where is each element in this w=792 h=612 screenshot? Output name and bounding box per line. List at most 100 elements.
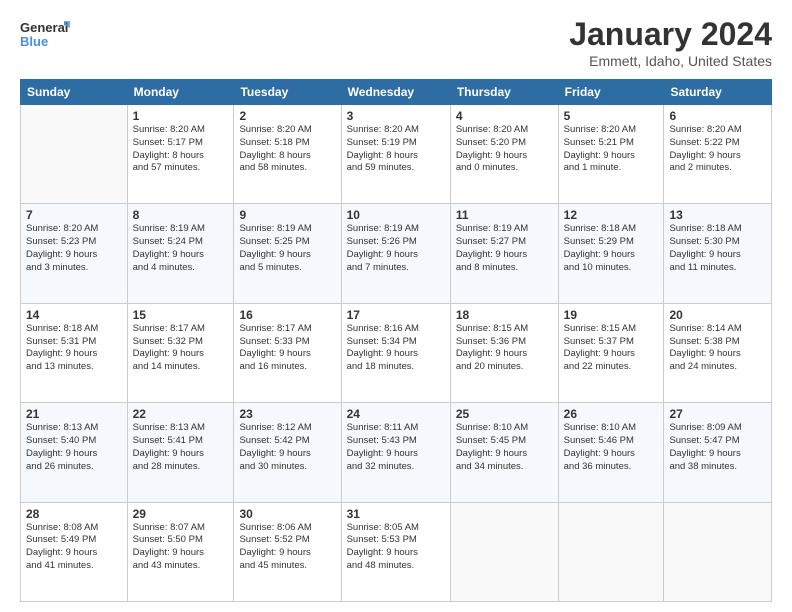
- page: General Blue January 2024 Emmett, Idaho,…: [0, 0, 792, 612]
- day-number: 27: [669, 407, 766, 421]
- calendar-cell: 15Sunrise: 8:17 AM Sunset: 5:32 PM Dayli…: [127, 303, 234, 402]
- day-info: Sunrise: 8:13 AM Sunset: 5:40 PM Dayligh…: [26, 422, 122, 473]
- day-number: 15: [133, 308, 229, 322]
- calendar-cell: 12Sunrise: 8:18 AM Sunset: 5:29 PM Dayli…: [558, 204, 664, 303]
- calendar-cell: 28Sunrise: 8:08 AM Sunset: 5:49 PM Dayli…: [21, 502, 128, 601]
- calendar-cell: 11Sunrise: 8:19 AM Sunset: 5:27 PM Dayli…: [450, 204, 558, 303]
- day-number: 17: [347, 308, 445, 322]
- day-number: 14: [26, 308, 122, 322]
- calendar-cell: 29Sunrise: 8:07 AM Sunset: 5:50 PM Dayli…: [127, 502, 234, 601]
- day-info: Sunrise: 8:18 AM Sunset: 5:29 PM Dayligh…: [564, 223, 659, 274]
- calendar-cell: 17Sunrise: 8:16 AM Sunset: 5:34 PM Dayli…: [341, 303, 450, 402]
- day-info: Sunrise: 8:09 AM Sunset: 5:47 PM Dayligh…: [669, 422, 766, 473]
- day-number: 8: [133, 208, 229, 222]
- day-info: Sunrise: 8:19 AM Sunset: 5:27 PM Dayligh…: [456, 223, 553, 274]
- day-number: 23: [239, 407, 335, 421]
- logo: General Blue: [20, 16, 70, 52]
- day-info: Sunrise: 8:10 AM Sunset: 5:46 PM Dayligh…: [564, 422, 659, 473]
- calendar-cell: 16Sunrise: 8:17 AM Sunset: 5:33 PM Dayli…: [234, 303, 341, 402]
- svg-text:Blue: Blue: [20, 34, 48, 49]
- day-number: 11: [456, 208, 553, 222]
- calendar-cell: [558, 502, 664, 601]
- svg-text:General: General: [20, 20, 68, 35]
- header: General Blue January 2024 Emmett, Idaho,…: [20, 16, 772, 69]
- day-number: 16: [239, 308, 335, 322]
- column-header-saturday: Saturday: [664, 80, 772, 105]
- calendar-cell: 14Sunrise: 8:18 AM Sunset: 5:31 PM Dayli…: [21, 303, 128, 402]
- location: Emmett, Idaho, United States: [569, 53, 772, 69]
- calendar-cell: 27Sunrise: 8:09 AM Sunset: 5:47 PM Dayli…: [664, 403, 772, 502]
- day-info: Sunrise: 8:15 AM Sunset: 5:37 PM Dayligh…: [564, 323, 659, 374]
- day-info: Sunrise: 8:12 AM Sunset: 5:42 PM Dayligh…: [239, 422, 335, 473]
- calendar-cell: 5Sunrise: 8:20 AM Sunset: 5:21 PM Daylig…: [558, 105, 664, 204]
- day-info: Sunrise: 8:20 AM Sunset: 5:17 PM Dayligh…: [133, 124, 229, 175]
- day-info: Sunrise: 8:19 AM Sunset: 5:26 PM Dayligh…: [347, 223, 445, 274]
- calendar-cell: 26Sunrise: 8:10 AM Sunset: 5:46 PM Dayli…: [558, 403, 664, 502]
- day-number: 19: [564, 308, 659, 322]
- day-number: 31: [347, 507, 445, 521]
- column-header-monday: Monday: [127, 80, 234, 105]
- day-number: 7: [26, 208, 122, 222]
- calendar-week-row: 7Sunrise: 8:20 AM Sunset: 5:23 PM Daylig…: [21, 204, 772, 303]
- day-info: Sunrise: 8:07 AM Sunset: 5:50 PM Dayligh…: [133, 522, 229, 573]
- day-number: 18: [456, 308, 553, 322]
- column-header-sunday: Sunday: [21, 80, 128, 105]
- logo-svg: General Blue: [20, 16, 70, 52]
- day-number: 20: [669, 308, 766, 322]
- day-number: 13: [669, 208, 766, 222]
- day-info: Sunrise: 8:11 AM Sunset: 5:43 PM Dayligh…: [347, 422, 445, 473]
- calendar-cell: 9Sunrise: 8:19 AM Sunset: 5:25 PM Daylig…: [234, 204, 341, 303]
- calendar-week-row: 28Sunrise: 8:08 AM Sunset: 5:49 PM Dayli…: [21, 502, 772, 601]
- calendar-cell: [450, 502, 558, 601]
- calendar-cell: [21, 105, 128, 204]
- calendar-week-row: 21Sunrise: 8:13 AM Sunset: 5:40 PM Dayli…: [21, 403, 772, 502]
- calendar-cell: 8Sunrise: 8:19 AM Sunset: 5:24 PM Daylig…: [127, 204, 234, 303]
- calendar-cell: 4Sunrise: 8:20 AM Sunset: 5:20 PM Daylig…: [450, 105, 558, 204]
- calendar-cell: 2Sunrise: 8:20 AM Sunset: 5:18 PM Daylig…: [234, 105, 341, 204]
- calendar-week-row: 14Sunrise: 8:18 AM Sunset: 5:31 PM Dayli…: [21, 303, 772, 402]
- day-info: Sunrise: 8:19 AM Sunset: 5:25 PM Dayligh…: [239, 223, 335, 274]
- day-number: 28: [26, 507, 122, 521]
- day-info: Sunrise: 8:14 AM Sunset: 5:38 PM Dayligh…: [669, 323, 766, 374]
- calendar-cell: 25Sunrise: 8:10 AM Sunset: 5:45 PM Dayli…: [450, 403, 558, 502]
- day-info: Sunrise: 8:13 AM Sunset: 5:41 PM Dayligh…: [133, 422, 229, 473]
- calendar-cell: 20Sunrise: 8:14 AM Sunset: 5:38 PM Dayli…: [664, 303, 772, 402]
- day-number: 1: [133, 109, 229, 123]
- calendar-cell: 13Sunrise: 8:18 AM Sunset: 5:30 PM Dayli…: [664, 204, 772, 303]
- day-info: Sunrise: 8:17 AM Sunset: 5:33 PM Dayligh…: [239, 323, 335, 374]
- day-info: Sunrise: 8:08 AM Sunset: 5:49 PM Dayligh…: [26, 522, 122, 573]
- calendar-cell: 3Sunrise: 8:20 AM Sunset: 5:19 PM Daylig…: [341, 105, 450, 204]
- calendar-header-row: SundayMondayTuesdayWednesdayThursdayFrid…: [21, 80, 772, 105]
- calendar-cell: 6Sunrise: 8:20 AM Sunset: 5:22 PM Daylig…: [664, 105, 772, 204]
- day-info: Sunrise: 8:10 AM Sunset: 5:45 PM Dayligh…: [456, 422, 553, 473]
- column-header-wednesday: Wednesday: [341, 80, 450, 105]
- day-number: 21: [26, 407, 122, 421]
- day-info: Sunrise: 8:19 AM Sunset: 5:24 PM Dayligh…: [133, 223, 229, 274]
- calendar-cell: 23Sunrise: 8:12 AM Sunset: 5:42 PM Dayli…: [234, 403, 341, 502]
- day-info: Sunrise: 8:20 AM Sunset: 5:20 PM Dayligh…: [456, 124, 553, 175]
- day-number: 10: [347, 208, 445, 222]
- calendar-cell: 31Sunrise: 8:05 AM Sunset: 5:53 PM Dayli…: [341, 502, 450, 601]
- day-number: 5: [564, 109, 659, 123]
- calendar-cell: [664, 502, 772, 601]
- day-number: 24: [347, 407, 445, 421]
- day-number: 25: [456, 407, 553, 421]
- day-number: 26: [564, 407, 659, 421]
- calendar-week-row: 1Sunrise: 8:20 AM Sunset: 5:17 PM Daylig…: [21, 105, 772, 204]
- day-number: 2: [239, 109, 335, 123]
- calendar-cell: 24Sunrise: 8:11 AM Sunset: 5:43 PM Dayli…: [341, 403, 450, 502]
- day-info: Sunrise: 8:20 AM Sunset: 5:19 PM Dayligh…: [347, 124, 445, 175]
- column-header-tuesday: Tuesday: [234, 80, 341, 105]
- day-number: 6: [669, 109, 766, 123]
- day-number: 30: [239, 507, 335, 521]
- month-title: January 2024: [569, 16, 772, 53]
- calendar-table: SundayMondayTuesdayWednesdayThursdayFrid…: [20, 79, 772, 602]
- calendar-cell: 7Sunrise: 8:20 AM Sunset: 5:23 PM Daylig…: [21, 204, 128, 303]
- column-header-friday: Friday: [558, 80, 664, 105]
- calendar-cell: 19Sunrise: 8:15 AM Sunset: 5:37 PM Dayli…: [558, 303, 664, 402]
- day-info: Sunrise: 8:16 AM Sunset: 5:34 PM Dayligh…: [347, 323, 445, 374]
- day-info: Sunrise: 8:06 AM Sunset: 5:52 PM Dayligh…: [239, 522, 335, 573]
- day-info: Sunrise: 8:20 AM Sunset: 5:22 PM Dayligh…: [669, 124, 766, 175]
- day-info: Sunrise: 8:18 AM Sunset: 5:30 PM Dayligh…: [669, 223, 766, 274]
- day-info: Sunrise: 8:15 AM Sunset: 5:36 PM Dayligh…: [456, 323, 553, 374]
